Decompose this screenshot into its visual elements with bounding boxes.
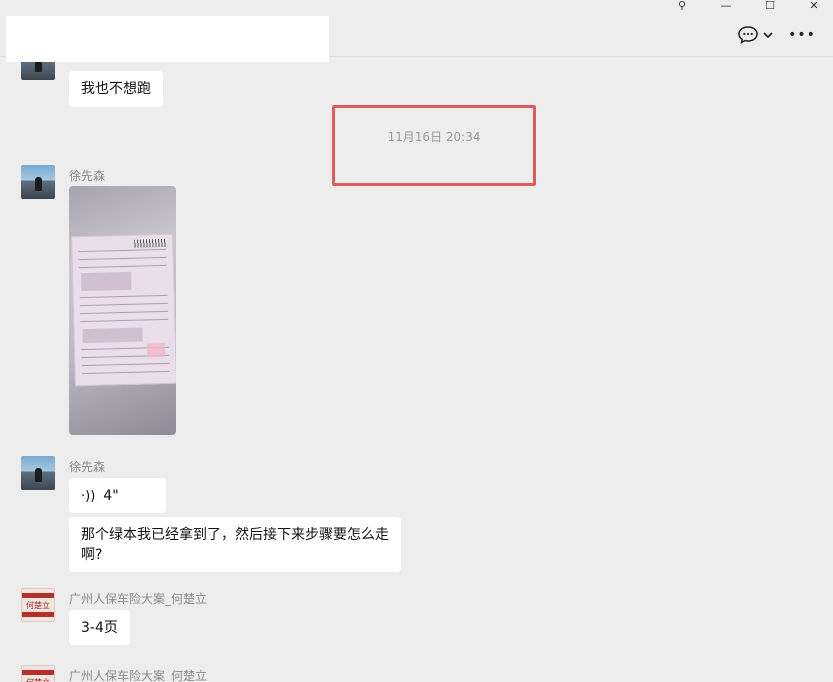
pin-icon[interactable]: ⚲ [672, 0, 692, 10]
sender-name: 徐先森 [69, 169, 106, 183]
chat-message-list[interactable]: 我也不想跑 11月16日 20:34 徐先森 徐先森 ·)) 4" 那个绿本我已经… [0, 57, 833, 682]
more-options-icon[interactable]: ••• [788, 24, 815, 46]
avatar[interactable] [21, 456, 55, 490]
avatar[interactable] [21, 165, 55, 199]
avatar[interactable]: 何楚立 [21, 588, 55, 622]
highlight-box [332, 105, 536, 186]
message-bubble[interactable]: 3-4页 [69, 610, 130, 645]
sender-name: 徐先森 [69, 460, 106, 474]
title-bar: ⚲ — ☐ ✕ ••• [0, 0, 833, 62]
chat-title-redacted [6, 16, 329, 62]
close-button[interactable]: ✕ [804, 0, 824, 10]
maximize-button[interactable]: ☐ [760, 0, 780, 10]
message-bubble[interactable]: 我也不想跑 [69, 71, 163, 107]
document-photo [71, 233, 176, 387]
chevron-down-icon [763, 32, 773, 39]
voice-duration: 4" [103, 488, 119, 504]
image-message[interactable] [69, 186, 176, 435]
sender-name: 广州人保车险大案_何楚立 [69, 592, 208, 606]
voice-wave-icon: ·)) [81, 489, 96, 504]
voice-message[interactable]: ·)) 4" [69, 478, 166, 513]
chat-bubble-icon [738, 26, 758, 44]
message-bubble[interactable]: 那个绿本我已经拿到了，然后接下来步骤要怎么走啊? [69, 517, 401, 572]
chat-info-button[interactable] [735, 24, 775, 46]
sender-name: 广州人保车险大案_何楚立 [69, 669, 208, 682]
avatar[interactable]: 何楚立 [21, 665, 55, 682]
minimize-button[interactable]: — [716, 0, 736, 10]
